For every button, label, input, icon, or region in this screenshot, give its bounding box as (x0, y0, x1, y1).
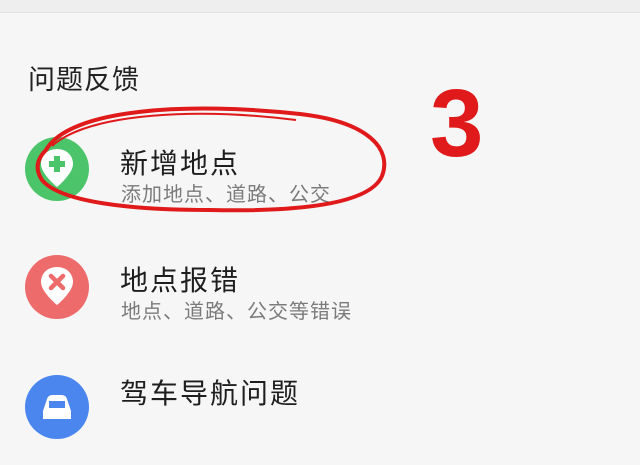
list-item-location-error[interactable]: 地点报错 地点、道路、公交等错误 (0, 235, 640, 345)
location-error-icon (25, 255, 89, 319)
list-item-driving-navigation[interactable]: 驾车导航问题 (0, 355, 640, 465)
item-subtitle: 添加地点、道路、公交 (121, 182, 331, 206)
car-icon (25, 375, 89, 439)
item-title: 新增地点 (120, 147, 241, 180)
add-location-icon (25, 137, 89, 201)
list-item-add-location[interactable]: 新增地点 添加地点、道路、公交 (0, 115, 640, 225)
item-title: 驾车导航问题 (120, 377, 301, 410)
item-title: 地点报错 (120, 264, 241, 297)
section-title: 问题反馈 (28, 65, 140, 96)
item-subtitle: 地点、道路、公交等错误 (121, 299, 352, 323)
top-strip (0, 0, 640, 13)
